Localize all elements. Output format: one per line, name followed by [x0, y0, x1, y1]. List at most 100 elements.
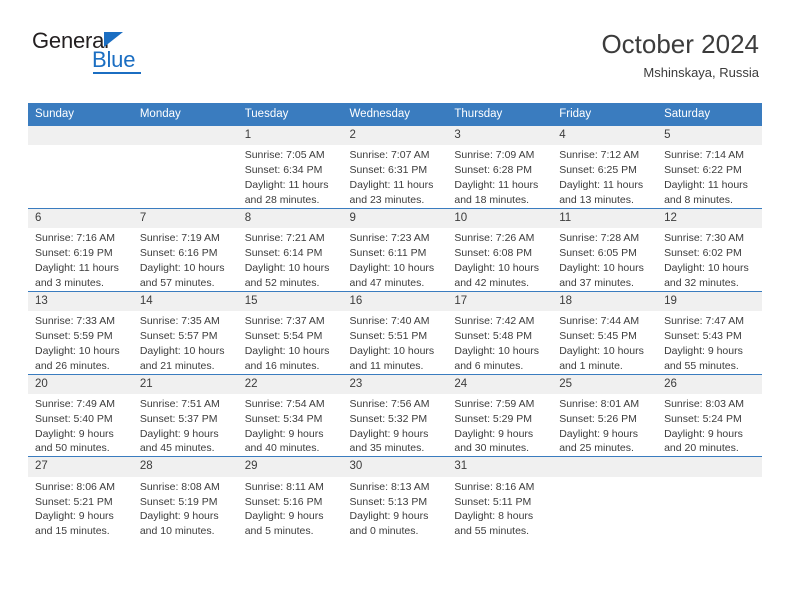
weekday-header-wednesday: Wednesday: [342, 103, 448, 126]
calendar-day-cell[interactable]: 7 Sunrise: 7:19 AM Sunset: 6:16 PM Daylight…: [132, 207, 238, 292]
day-details: Sunrise: 7:35 AM Sunset: 5:57 PM Daylight:…: [133, 311, 238, 374]
day-number: 20: [28, 374, 133, 394]
title-block: October 2024 Mshinskaya, Russia: [601, 30, 759, 80]
day-number: [28, 126, 133, 146]
day-number: 15: [237, 291, 343, 311]
daylight-text: Daylight: 10 hours and 47 minutes.: [349, 261, 435, 289]
calendar-day-cell[interactable]: 3 Sunrise: 7:09 AM Sunset: 6:28 PM Daylight…: [447, 125, 553, 209]
sunrise-text: Sunrise: 7:56 AM: [349, 397, 430, 410]
sunset-text: Sunset: 5:11 PM: [454, 495, 532, 508]
day-details: Sunrise: 7:49 AM Sunset: 5:40 PM Daylight:…: [28, 394, 133, 457]
sunrise-text: Sunrise: 8:16 AM: [454, 480, 535, 493]
calendar-day-cell[interactable]: 19 Sunrise: 7:47 AM Sunset: 5:43 PM Dayligh…: [657, 290, 762, 375]
day-number: 1: [237, 126, 343, 146]
calendar-day-cell[interactable]: 20 Sunrise: 7:49 AM Sunset: 5:40 PM Dayligh…: [28, 373, 133, 457]
sunrise-text: Sunrise: 7:33 AM: [35, 314, 115, 327]
calendar-day-cell[interactable]: 14 Sunrise: 7:35 AM Sunset: 5:57 PM Dayligh…: [132, 290, 238, 375]
page-header: General Blue October 2024 Mshinskaya, Ru…: [0, 0, 792, 80]
sunrise-text: Sunrise: 7:40 AM: [349, 314, 430, 327]
calendar-day-cell[interactable]: 2 Sunrise: 7:07 AM Sunset: 6:31 PM Daylight…: [342, 125, 448, 209]
calendar-day-cell[interactable]: 17 Sunrise: 7:42 AM Sunset: 5:48 PM Dayligh…: [447, 290, 553, 375]
calendar-day-cell[interactable]: 29 Sunrise: 8:11 AM Sunset: 5:16 PM Dayligh…: [237, 456, 343, 540]
sunrise-text: Sunrise: 8:01 AM: [559, 397, 640, 410]
sunrise-text: Sunrise: 8:11 AM: [244, 480, 324, 493]
calendar-day-cell[interactable]: 9 Sunrise: 7:23 AM Sunset: 6:11 PM Daylight…: [342, 207, 448, 292]
day-number: 28: [132, 457, 238, 477]
sunset-text: Sunset: 6:31 PM: [349, 164, 428, 177]
calendar-day-cell[interactable]: 10 Sunrise: 7:26 AM Sunset: 6:08 PM Dayligh…: [447, 207, 553, 292]
daylight-text: Daylight: 10 hours and 1 minute.: [559, 344, 644, 372]
day-number: 16: [342, 291, 448, 311]
day-details: Sunrise: 7:16 AM Sunset: 6:19 PM Daylight:…: [28, 228, 133, 291]
calendar-day-cell[interactable]: 24 Sunrise: 7:59 AM Sunset: 5:29 PM Dayligh…: [447, 373, 553, 457]
calendar-day-cell[interactable]: 12 Sunrise: 7:30 AM Sunset: 6:02 PM Dayligh…: [657, 207, 762, 292]
day-details: Sunrise: 7:23 AM Sunset: 6:11 PM Daylight:…: [343, 228, 448, 291]
calendar-day-cell[interactable]: 27 Sunrise: 8:06 AM Sunset: 5:21 PM Dayligh…: [28, 456, 133, 540]
brand-logo[interactable]: General Blue: [32, 30, 212, 80]
day-details: Sunrise: 7:40 AM Sunset: 5:51 PM Daylight:…: [343, 311, 448, 374]
calendar-day-cell[interactable]: 8 Sunrise: 7:21 AM Sunset: 6:14 PM Daylight…: [237, 207, 343, 292]
calendar-day-cell[interactable]: 18 Sunrise: 7:44 AM Sunset: 5:45 PM Dayligh…: [552, 290, 658, 375]
weekday-header-tuesday: Tuesday: [237, 103, 343, 126]
daylight-text: Daylight: 11 hours and 28 minutes.: [244, 179, 329, 206]
calendar-day-cell[interactable]: 11 Sunrise: 7:28 AM Sunset: 6:05 PM Dayligh…: [552, 207, 658, 292]
sunrise-text: Sunrise: 7:12 AM: [559, 149, 640, 162]
calendar-day-cell[interactable]: 28 Sunrise: 8:08 AM Sunset: 5:19 PM Dayligh…: [132, 456, 238, 540]
day-details: Sunrise: 7:30 AM Sunset: 6:02 PM Daylight:…: [657, 228, 762, 291]
day-details: Sunrise: 8:16 AM Sunset: 5:11 PM Daylight:…: [447, 477, 552, 540]
sunset-text: Sunset: 5:45 PM: [559, 329, 637, 342]
day-details: Sunrise: 8:13 AM Sunset: 5:13 PM Daylight:…: [343, 477, 448, 540]
sunset-text: Sunset: 5:54 PM: [244, 329, 323, 342]
daylight-text: Daylight: 10 hours and 6 minutes.: [454, 344, 540, 372]
daylight-text: Daylight: 9 hours and 0 minutes.: [349, 510, 429, 538]
sunset-text: Sunset: 6:05 PM: [559, 246, 637, 259]
calendar-day-cell[interactable]: 22 Sunrise: 7:54 AM Sunset: 5:34 PM Dayligh…: [237, 373, 343, 457]
day-number: 25: [552, 374, 658, 394]
calendar-table: Sunday Monday Tuesday Wednesday Thursday…: [28, 103, 762, 540]
day-details: Sunrise: 7:05 AM Sunset: 6:34 PM Daylight:…: [238, 145, 343, 208]
calendar-day-cell[interactable]: 5 Sunrise: 7:14 AM Sunset: 6:22 PM Daylight…: [657, 125, 762, 209]
daylight-text: Daylight: 10 hours and 57 minutes.: [139, 261, 225, 289]
calendar-day-cell[interactable]: 26 Sunrise: 8:03 AM Sunset: 5:24 PM Dayligh…: [657, 373, 762, 457]
calendar-day-cell[interactable]: 31 Sunrise: 8:16 AM Sunset: 5:11 PM Dayligh…: [447, 456, 553, 540]
daylight-text: Daylight: 11 hours and 23 minutes.: [349, 179, 434, 206]
sunset-text: Sunset: 5:21 PM: [35, 495, 113, 508]
calendar-day-cell[interactable]: 30 Sunrise: 8:13 AM Sunset: 5:13 PM Dayligh…: [342, 456, 448, 540]
page-title: October 2024: [601, 29, 759, 59]
day-details: Sunrise: 7:47 AM Sunset: 5:43 PM Daylight:…: [657, 311, 762, 374]
day-details: Sunrise: 7:21 AM Sunset: 6:14 PM Daylight:…: [238, 228, 343, 291]
daylight-text: Daylight: 11 hours and 8 minutes.: [664, 179, 748, 206]
day-details: Sunrise: 7:26 AM Sunset: 6:08 PM Daylight:…: [447, 228, 552, 291]
sunrise-text: Sunrise: 7:05 AM: [244, 149, 325, 162]
calendar-day-cell[interactable]: 1 Sunrise: 7:05 AM Sunset: 6:34 PM Daylight…: [237, 125, 343, 209]
calendar-day-cell[interactable]: 15 Sunrise: 7:37 AM Sunset: 5:54 PM Dayligh…: [237, 290, 343, 375]
calendar-day-cell[interactable]: 6 Sunrise: 7:16 AM Sunset: 6:19 PM Daylight…: [28, 207, 133, 292]
day-number: 10: [447, 208, 553, 229]
calendar-day-cell[interactable]: 21 Sunrise: 7:51 AM Sunset: 5:37 PM Dayligh…: [132, 373, 238, 457]
sunrise-text: Sunrise: 7:09 AM: [454, 149, 535, 162]
day-details: Sunrise: 7:51 AM Sunset: 5:37 PM Daylight:…: [133, 394, 238, 457]
calendar-day-cell[interactable]: 23 Sunrise: 7:56 AM Sunset: 5:32 PM Dayligh…: [342, 373, 448, 457]
daylight-text: Daylight: 11 hours and 18 minutes.: [454, 179, 539, 206]
calendar-day-cell[interactable]: 4 Sunrise: 7:12 AM Sunset: 6:25 PM Daylight…: [552, 125, 658, 209]
daylight-text: Daylight: 9 hours and 25 minutes.: [559, 427, 639, 455]
sunrise-text: Sunrise: 7:21 AM: [244, 232, 325, 245]
calendar-day-cell[interactable]: 16 Sunrise: 7:40 AM Sunset: 5:51 PM Dayligh…: [342, 290, 448, 375]
daylight-text: Daylight: 10 hours and 42 minutes.: [454, 261, 540, 289]
calendar-day-cell[interactable]: 25 Sunrise: 8:01 AM Sunset: 5:26 PM Dayligh…: [552, 373, 658, 457]
sunrise-text: Sunrise: 7:19 AM: [139, 232, 220, 245]
sunrise-text: Sunrise: 7:28 AM: [559, 232, 640, 245]
sunrise-text: Sunrise: 7:14 AM: [664, 149, 745, 162]
day-details: Sunrise: 8:08 AM Sunset: 5:19 PM Daylight:…: [133, 477, 238, 540]
day-details: Sunrise: 7:12 AM Sunset: 6:25 PM Daylight:…: [552, 145, 657, 208]
calendar-day-cell-empty: [132, 125, 238, 209]
day-number: 30: [342, 457, 448, 477]
sunrise-text: Sunrise: 8:03 AM: [664, 397, 745, 410]
sunrise-text: Sunrise: 7:51 AM: [139, 397, 220, 410]
calendar-day-cell[interactable]: 13 Sunrise: 7:33 AM Sunset: 5:59 PM Dayligh…: [28, 290, 133, 375]
day-number: 7: [132, 208, 238, 229]
daylight-text: Daylight: 10 hours and 37 minutes.: [559, 261, 644, 289]
weekday-header-friday: Friday: [552, 103, 658, 126]
calendar-day-cell-empty: [552, 456, 658, 540]
sunset-text: Sunset: 5:57 PM: [139, 329, 218, 342]
